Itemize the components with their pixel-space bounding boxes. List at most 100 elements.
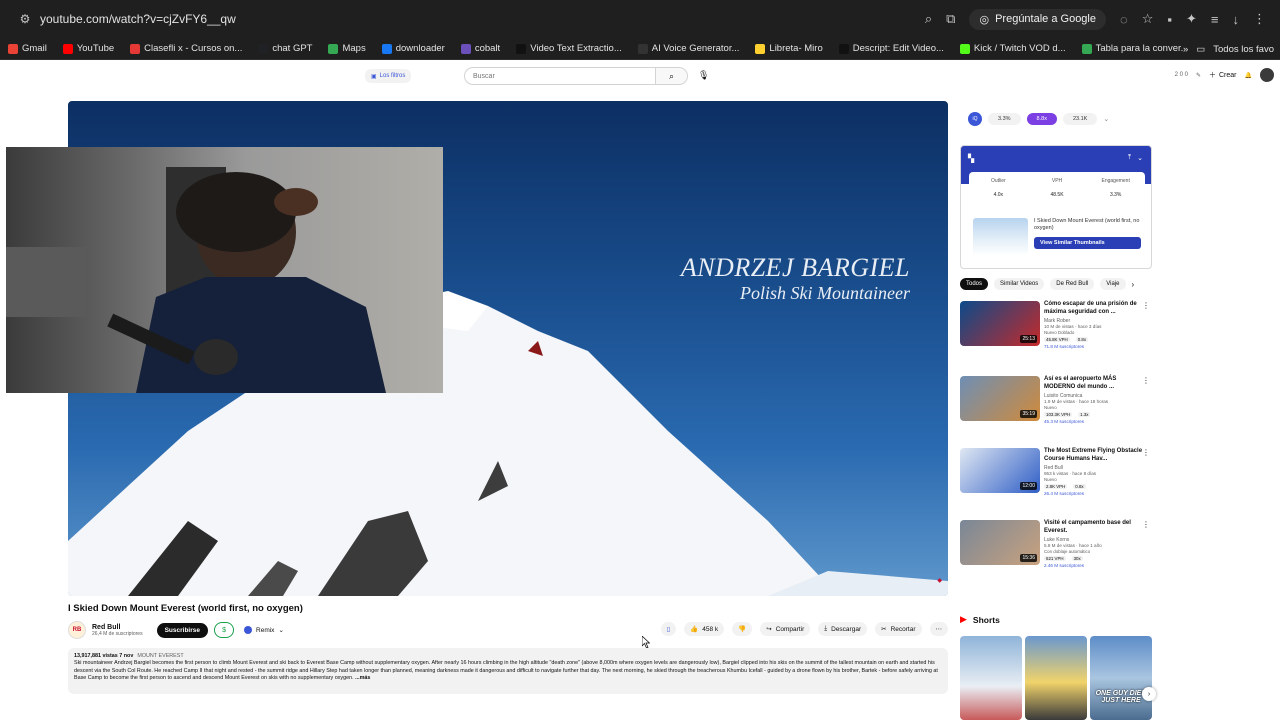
short-item[interactable]: ONE GUY DIED JUST HERE [1090, 636, 1152, 720]
download-button[interactable]: ⤓ Descargar [818, 622, 868, 636]
related-title[interactable]: Así es el aeropuerto MÁS MODERNO del mun… [1044, 376, 1144, 391]
bookmark-item[interactable]: Gmail [0, 43, 55, 54]
vidiq-pill-2[interactable]: 8.8x [1026, 113, 1057, 125]
description-box[interactable]: 13,917,881 vistas 7 nov MOUNT EVEREST Ski… [68, 648, 948, 694]
bookmark-item[interactable]: downloader [374, 43, 453, 54]
thumbs-down-icon: 👎 [738, 626, 747, 633]
bookmark-label: Video Text Extractio... [530, 43, 622, 54]
like-button[interactable]: 👍 458 k [684, 622, 725, 636]
address-bar[interactable]: youtube.com/watch?v=cjZvFY6__qw [40, 12, 236, 26]
chip-all[interactable]: Todos [960, 278, 989, 290]
download-icon[interactable]: ↓ [1233, 12, 1240, 27]
extension-off-icon[interactable]: ▪ [1167, 12, 1172, 27]
view-similar-thumbnails-button[interactable]: View Similar Thumbnails [1033, 237, 1141, 249]
shorts-next-button[interactable]: › [1142, 687, 1156, 701]
more-icon[interactable]: ⋮ [1253, 11, 1266, 27]
create-button[interactable]: ＋ Crear [1209, 70, 1237, 80]
show-more-button[interactable]: ...más [355, 675, 370, 681]
bookmark-favicon-icon [62, 43, 73, 54]
search-button[interactable]: ⌕ [655, 68, 687, 84]
avatar[interactable] [1260, 68, 1274, 82]
vidiq-pill-3[interactable]: 23.1K [1062, 113, 1098, 125]
related-title[interactable]: Visité el campamento base del Everest. [1044, 520, 1144, 535]
zoom-icon[interactable]: ⌕ [925, 11, 932, 27]
outlier-badge: 1.3x [1078, 412, 1091, 417]
remix-icon [244, 626, 253, 634]
related-thumbnail[interactable]: 15:36 [960, 520, 1040, 565]
related-title[interactable]: The Most Extreme Flying Obstacle Course … [1044, 448, 1144, 463]
related-thumbnail[interactable]: 25:13 [960, 301, 1040, 346]
install-icon[interactable]: ⧉ [946, 11, 955, 27]
related-title[interactable]: Cómo escapar de una prisión de máxima se… [1044, 301, 1144, 316]
vidiq-pill-1[interactable]: 3.3% [988, 113, 1021, 125]
thanks-button[interactable]: $ [214, 622, 235, 638]
eye-off-icon[interactable]: ◌ [1120, 12, 1128, 27]
puzzle-icon[interactable]: ✦ [1186, 11, 1197, 27]
bookmark-item[interactable]: YouTube [55, 43, 122, 54]
related-video-item[interactable]: 35:19 Así es el aeropuerto MÁS MODERNO de… [960, 376, 1152, 426]
all-bookmarks[interactable]: » ▭ Todos los favo [1182, 38, 1280, 59]
chip-from-channel[interactable]: De Red Bull [1050, 278, 1095, 290]
bookmark-favicon-icon [328, 43, 339, 54]
short-item[interactable] [960, 636, 1022, 720]
filters-button[interactable]: ▣ Los filtros [365, 69, 412, 83]
bookmark-label: Clasefli x - Cursos on... [144, 43, 243, 54]
pin-icon[interactable]: ✎ [1196, 72, 1201, 79]
more-icon[interactable]: ⋮ [1142, 448, 1150, 457]
upload-icon[interactable]: ⤒ [1128, 154, 1131, 162]
mic-icon[interactable]: 🎙 [698, 70, 709, 81]
related-views: 1.9 M de vistas · hace 18 horas [1044, 399, 1109, 404]
related-thumbnail[interactable]: 35:19 [960, 376, 1040, 421]
site-settings-icon[interactable]: ⚙ [18, 12, 32, 26]
filter-icon: ▣ [371, 73, 377, 80]
bookmark-item[interactable]: Video Text Extractio... [508, 43, 630, 54]
notifications-icon[interactable]: 🔔 [1245, 72, 1252, 79]
more-icon[interactable]: ⋮ [1142, 520, 1150, 529]
vidiq-logo-icon[interactable]: iQ [968, 112, 982, 126]
bookmark-item[interactable]: Maps [320, 43, 373, 54]
stat-label: Engagement [1101, 178, 1130, 184]
channel-avatar[interactable]: RB [68, 621, 86, 639]
related-video-item[interactable]: 25:13 Cómo escapar de una prisión de máxi… [960, 301, 1152, 351]
bookmark-item[interactable]: Libreta- Miro [747, 43, 830, 54]
short-item[interactable] [1025, 636, 1087, 720]
youtube-header: ▣Los filtros ⌕ 🎙 2 0 0 ✎ ＋Crear 🔔 [0, 61, 1280, 91]
share-button[interactable]: ↪ Compartir [760, 622, 811, 636]
more-icon[interactable]: ⋮ [1142, 376, 1150, 385]
bookmark-item[interactable]: Descript: Edit Video... [831, 43, 952, 54]
bookmark-item[interactable]: AI Voice Generator... [630, 43, 748, 54]
related-stats: 2.8K VPH 0.8x [1044, 484, 1144, 489]
clip-button[interactable]: ✂ Recortar [875, 622, 922, 636]
remix-button[interactable]: Remix ⌄ [244, 626, 284, 634]
plus-icon: ＋ [1209, 72, 1216, 79]
bookmark-item[interactable]: chat GPT [250, 43, 320, 54]
subscribe-button[interactable]: Suscribirse [156, 622, 209, 638]
chevron-right-icon[interactable]: › [1132, 280, 1135, 289]
bookmark-item[interactable]: cobalt [453, 43, 508, 54]
outlier-badge: 30x [1071, 556, 1083, 561]
star-icon[interactable]: ☆ [1142, 11, 1154, 27]
hashtag[interactable]: MOUNT EVEREST [137, 653, 183, 659]
search-input[interactable] [465, 72, 655, 80]
bookmark-item[interactable]: Clasefli x - Cursos on... [122, 43, 250, 54]
clip-label: Recortar [890, 625, 916, 633]
outlier-badge: 0.8x [1075, 337, 1089, 342]
bookmark-item[interactable]: Kick / Twitch VOD d... [952, 43, 1074, 54]
related-video-item[interactable]: 15:36 Visité el campamento base del Evere… [960, 520, 1152, 570]
menu-icon[interactable]: ≡ [1211, 12, 1219, 27]
chip-travel[interactable]: Viaje [1100, 278, 1126, 290]
more-icon[interactable]: ⋮ [1142, 301, 1150, 310]
related-video-item[interactable]: 12:00 The Most Extreme Flying Obstacle Co… [960, 448, 1152, 498]
save-button[interactable]: ▯ [660, 622, 677, 636]
chip-similar[interactable]: Similar Videos [994, 278, 1045, 290]
ask-google-button[interactable]: ◎ Pregúntale a Google [969, 8, 1106, 30]
vph-badge: 103.3K VPH [1044, 412, 1073, 417]
channel-name[interactable]: Red Bull [92, 624, 143, 631]
more-actions-button[interactable]: ⋯ [929, 622, 948, 636]
chevron-down-icon[interactable]: ⌄ [1137, 154, 1143, 162]
bookmark-item[interactable]: Tabla para la conver... [1074, 43, 1197, 54]
shorts-header: ▶ Shorts [960, 614, 1000, 625]
dislike-button[interactable]: 👎 [732, 622, 753, 636]
related-thumbnail[interactable]: 12:00 [960, 448, 1040, 493]
chevron-down-icon[interactable]: ⌄ [1103, 115, 1109, 123]
